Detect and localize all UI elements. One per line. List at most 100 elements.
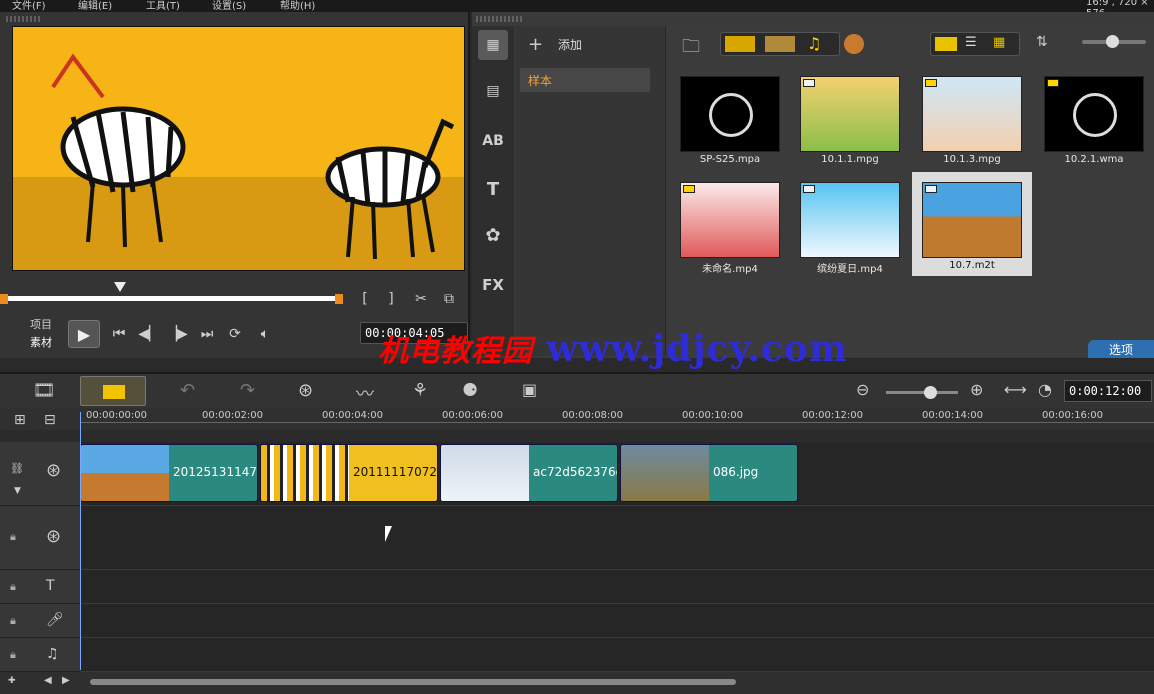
- filter-icon[interactable]: FX: [478, 270, 508, 300]
- track-lock-icon[interactable]: 🔒︎: [10, 580, 16, 594]
- options-button[interactable]: 选项: [1088, 340, 1154, 358]
- media-item-selected[interactable]: 10.7.m2t: [912, 172, 1032, 276]
- media-item[interactable]: SP-S25.mpa: [670, 66, 790, 170]
- list-view-icon[interactable]: ☰: [965, 35, 977, 50]
- media-item[interactable]: 缤纷夏日.mp4: [790, 172, 910, 276]
- menu-tools[interactable]: 工具(T): [146, 0, 180, 12]
- trim-end-handle[interactable]: [335, 294, 343, 304]
- track-lock-icon[interactable]: 🔒︎: [10, 530, 16, 544]
- track-lock-icon[interactable]: 🔒︎: [10, 648, 16, 662]
- media-item[interactable]: 10.2.1.wma: [1034, 66, 1154, 170]
- chapter-marker-icon[interactable]: ⊟: [44, 412, 56, 428]
- track-expand-icon[interactable]: ▼: [14, 486, 21, 496]
- scrubber-handle[interactable]: [114, 282, 126, 292]
- add-folder-icon[interactable]: +: [528, 34, 543, 55]
- scrollbar-thumb[interactable]: [90, 679, 736, 685]
- track-lock-icon[interactable]: ⛓: [10, 462, 24, 475]
- timeline-view-button[interactable]: [80, 376, 146, 406]
- prev-frame-icon[interactable]: ◀▏: [138, 323, 160, 345]
- timeline-ruler[interactable]: ⊞ ⊟ +/- 00:00:00:00 00:00:02:00 00:00:04…: [0, 408, 1154, 440]
- zoom-slider-knob[interactable]: [924, 386, 937, 399]
- zoom-track-icon[interactable]: ✚: [8, 676, 16, 686]
- title-track-header[interactable]: 🔒︎ T: [0, 570, 80, 604]
- video-filter-icon[interactable]: [725, 36, 755, 52]
- video-track-header[interactable]: ⛓ ⊛ ▼: [0, 442, 80, 506]
- title-icon[interactable]: T: [478, 174, 508, 204]
- sound-mixer-icon[interactable]: 〰: [356, 380, 374, 406]
- scroll-left-icon[interactable]: ◀: [44, 675, 52, 686]
- trim-start-handle[interactable]: [0, 294, 8, 304]
- fit-project-icon[interactable]: ⟷: [1004, 380, 1027, 399]
- thumbnail-view-icon[interactable]: [935, 37, 957, 51]
- media-item[interactable]: 10.1.1.mpg: [790, 66, 910, 170]
- zoom-out-icon[interactable]: ⊖: [856, 380, 869, 399]
- sort-icon[interactable]: ⇅: [1036, 34, 1048, 50]
- video-badge-icon: [925, 79, 937, 87]
- zoom-slider[interactable]: [886, 386, 958, 399]
- split-clip-icon[interactable]: ✂: [410, 288, 432, 310]
- reel-icon[interactable]: [844, 34, 864, 54]
- voice-track[interactable]: [80, 604, 1154, 638]
- storyboard-view-icon[interactable]: 🎞︎: [14, 380, 74, 406]
- end-icon[interactable]: ⏭: [196, 323, 218, 345]
- playhead-line[interactable]: [80, 412, 81, 670]
- graphic-icon[interactable]: ✿: [478, 220, 508, 250]
- instant-project-icon[interactable]: ▤: [478, 76, 508, 106]
- track-manager-icon[interactable]: ⊞: [14, 412, 26, 428]
- audio-filter-icon[interactable]: ♫: [807, 34, 821, 53]
- timeline-scrollbar[interactable]: ✚ ◀ ▶: [0, 672, 1154, 694]
- scroll-right-icon[interactable]: ▶: [62, 675, 70, 686]
- media-name: 10.1.3.mpg: [943, 154, 1001, 165]
- media-item[interactable]: 10.1.3.mpg: [912, 66, 1032, 170]
- ruler-tick: 00:00:06:00: [442, 410, 504, 421]
- grid-view-icon[interactable]: ▦: [993, 35, 1005, 50]
- auto-music-icon[interactable]: ⚘: [412, 380, 428, 401]
- zoom-in-icon[interactable]: ⊕: [970, 380, 983, 399]
- mode-clip[interactable]: 素材: [30, 334, 52, 350]
- timeline-clip[interactable]: 086.jpg: [620, 444, 798, 502]
- slider-knob[interactable]: [1106, 35, 1119, 48]
- redo-icon[interactable]: ↷: [240, 380, 255, 401]
- track-lock-icon[interactable]: 🔒︎: [10, 614, 16, 628]
- transition-icon[interactable]: AB: [478, 126, 508, 156]
- repeat-icon[interactable]: ⟳: [224, 323, 246, 345]
- play-icon[interactable]: ▶: [68, 320, 100, 348]
- mark-in-icon[interactable]: [: [354, 288, 376, 310]
- thumbnail-size-slider[interactable]: [1082, 35, 1146, 48]
- volume-icon[interactable]: 🔈︎: [254, 323, 276, 345]
- motion-tracking-icon[interactable]: ⚈: [462, 380, 478, 401]
- enlarge-preview-icon[interactable]: ⧉: [438, 288, 460, 310]
- media-category-icon[interactable]: ▦: [478, 30, 508, 60]
- overlay-track-header[interactable]: 🔒︎ ⊛: [0, 506, 80, 570]
- mark-out-icon[interactable]: ]: [380, 288, 402, 310]
- menu-help[interactable]: 帮助(H): [280, 0, 315, 12]
- voice-track-header[interactable]: 🔒︎ 🎤︎: [0, 604, 80, 638]
- music-track[interactable]: [80, 638, 1154, 672]
- subtitle-editor-icon[interactable]: ▣: [522, 380, 537, 399]
- title-track[interactable]: [80, 570, 1154, 604]
- menu-edit[interactable]: 编辑(E): [78, 0, 112, 12]
- menu-settings[interactable]: 设置(S): [212, 0, 246, 12]
- video-thumbnail: [800, 76, 900, 152]
- add-folder-label[interactable]: 添加: [558, 36, 582, 53]
- folder-item-sample[interactable]: 样本: [520, 68, 650, 92]
- import-folder-icon[interactable]: 🗀︎: [682, 34, 700, 64]
- timeline-clip[interactable]: 201251311473: [80, 444, 258, 502]
- media-item[interactable]: 未命名.mp4: [670, 172, 790, 276]
- next-frame-icon[interactable]: ▕▶: [166, 323, 188, 345]
- view-mode-group: ☰ ▦: [930, 32, 1020, 56]
- trim-bar[interactable]: [0, 296, 343, 301]
- mode-project[interactable]: 项目: [30, 316, 52, 332]
- photo-filter-icon[interactable]: [765, 36, 795, 52]
- timeline-clip-selected[interactable]: 201111170727: [260, 444, 438, 502]
- timeline-clip[interactable]: ac72d562376d1: [440, 444, 618, 502]
- record-capture-icon[interactable]: ⊛: [298, 380, 313, 401]
- overlay-track[interactable]: [80, 506, 1154, 570]
- panel-grip[interactable]: [6, 16, 40, 22]
- media-name: SP-S25.mpa: [699, 154, 761, 165]
- music-track-header[interactable]: 🔒︎ ♫: [0, 638, 80, 672]
- menu-file[interactable]: 文件(F): [12, 0, 46, 12]
- start-icon[interactable]: ⏮: [108, 323, 130, 345]
- undo-icon[interactable]: ↶: [180, 380, 195, 401]
- panel-grip[interactable]: [476, 16, 524, 22]
